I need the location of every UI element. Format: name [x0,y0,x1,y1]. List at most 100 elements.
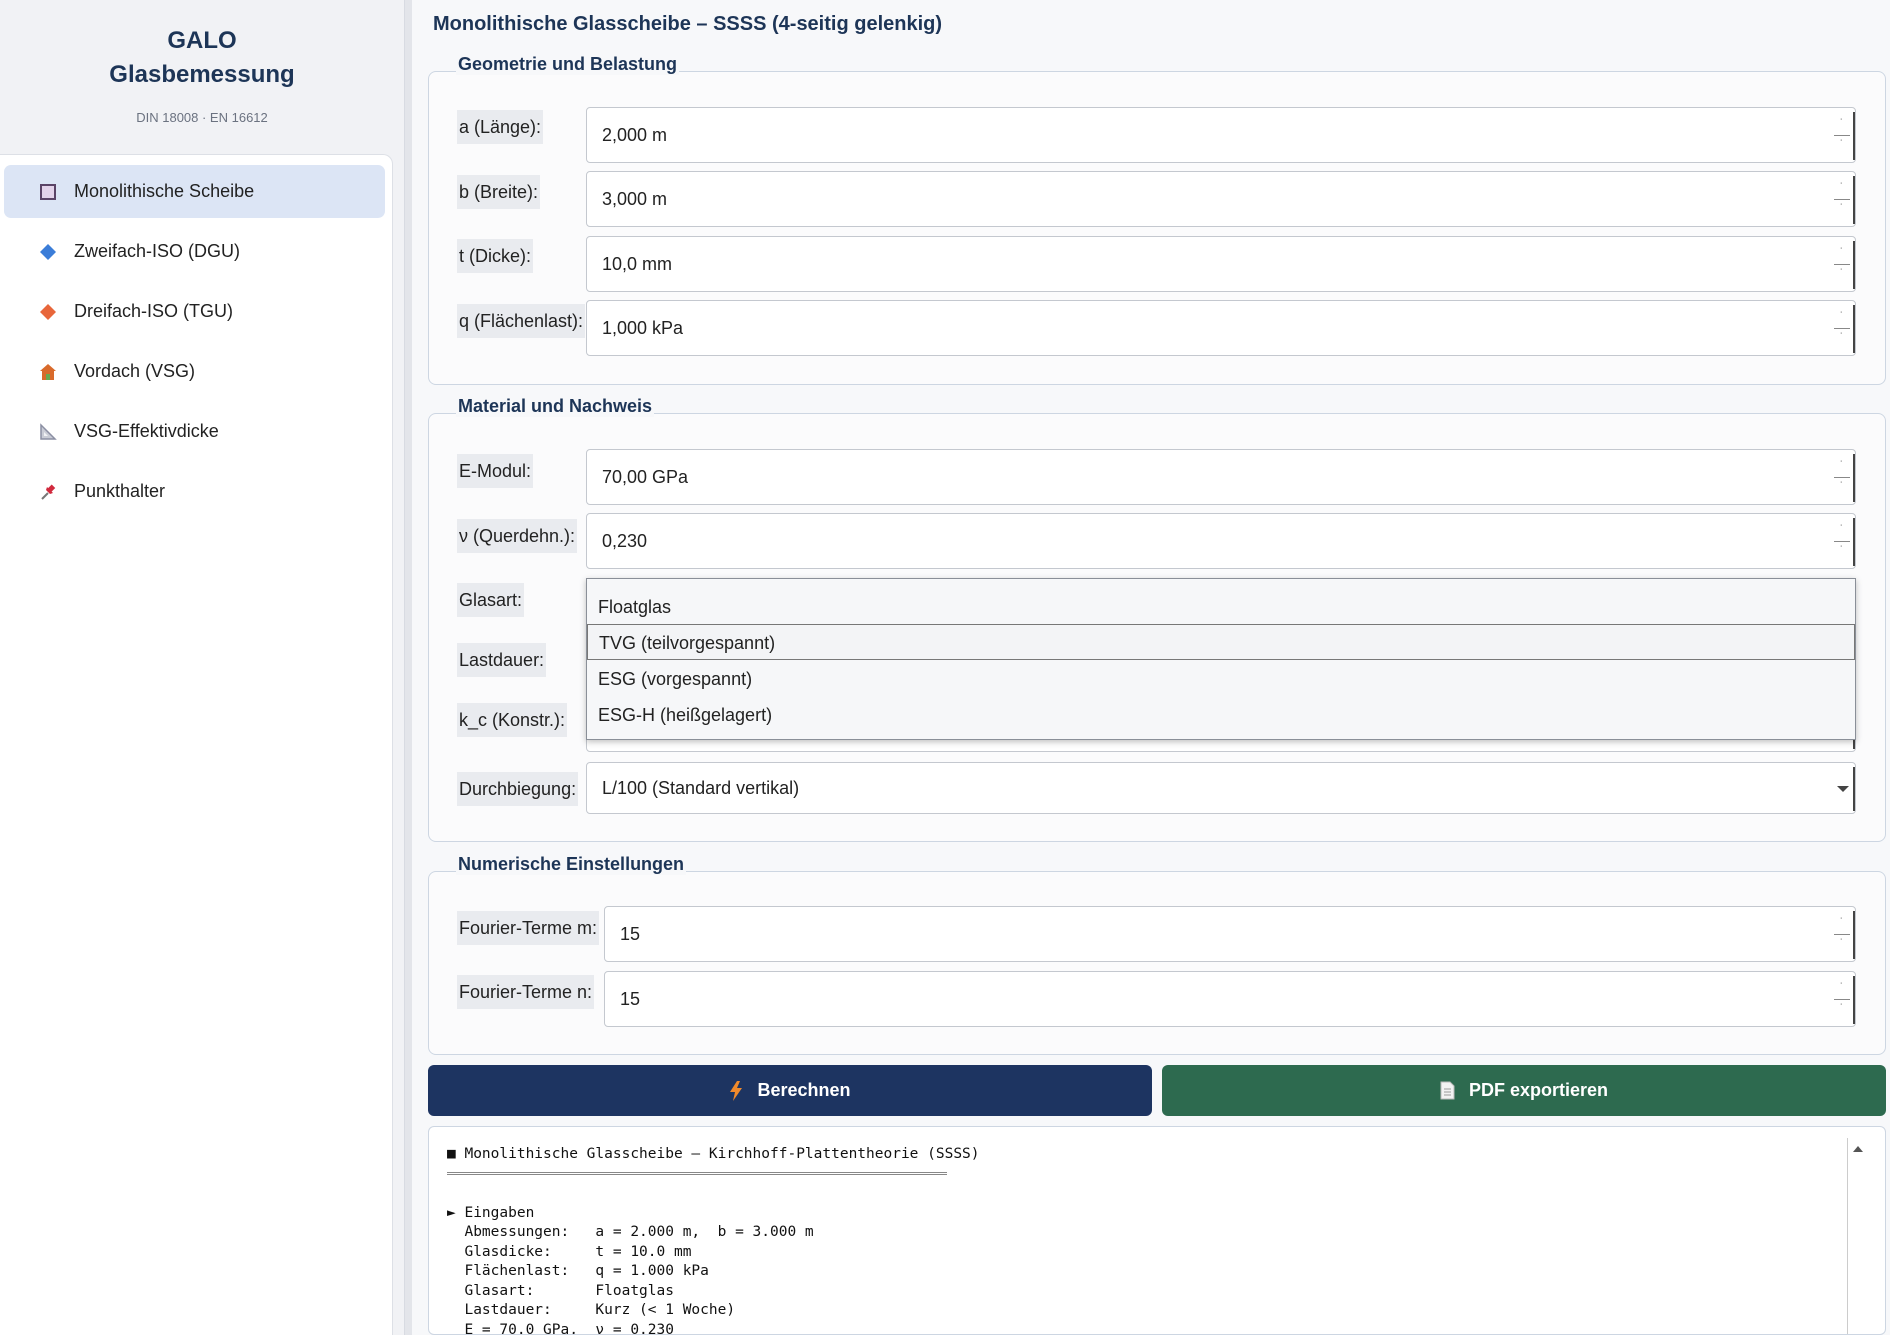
brand: GALO Glasbemessung DIN 18008 · EN 16612 [0,0,404,125]
spin-down-icon[interactable]: ˙ [1840,939,1843,949]
page-title: Monolithische Glasscheibe – SSSS (4-seit… [433,13,943,35]
geometry-group-title: Geometrie und Belastung [456,54,680,75]
fourier-m-value: 15 [620,924,641,944]
deflection-select[interactable]: L/100 (Standard vertikal) [586,762,1856,814]
thickness-spinbox[interactable]: 10,0 mm ˙ ˙ [586,236,1856,292]
sidebar-item-label: Monolithische Scheibe [74,181,255,201]
width-spinbox[interactable]: 3,000 m ˙ ˙ [586,171,1856,227]
load-duration-label: Lastdauer: [457,643,547,677]
sidebar-item-vordach[interactable]: Vordach (VSG) [4,345,385,398]
spin-buttons[interactable]: ˙ ˙ [1829,241,1855,289]
sidebar-item-punkthalter[interactable]: Punkthalter [4,465,385,518]
fourier-n-label: Fourier-Terme n: [457,975,595,1009]
width-label: b (Breite): [457,175,541,209]
deflection-label: Durchbiegung: [457,772,579,806]
spin-down-icon[interactable]: ˙ [1840,1004,1843,1014]
spin-up-icon[interactable]: ˙ [1840,461,1843,471]
width-value: 3,000 m [602,189,668,209]
calculate-button[interactable]: Berechnen [428,1065,1152,1116]
spin-down-icon[interactable]: ˙ [1840,204,1843,214]
fourier-n-spinbox[interactable]: 15 ˙ ˙ [604,971,1856,1027]
orange-diamond-icon [38,302,58,322]
poisson-label: ν (Querdehn.): [457,519,578,553]
blue-diamond-icon [38,242,58,262]
spin-up-icon[interactable]: ˙ [1840,248,1843,258]
spin-buttons[interactable]: ˙ ˙ [1829,112,1855,160]
spin-up-icon[interactable]: ˙ [1840,983,1843,993]
spin-buttons[interactable]: ˙ ˙ [1829,454,1855,502]
dropdown-option-tvg[interactable]: TVG (teilvorgespannt) [587,624,1855,660]
spin-buttons[interactable]: ˙ ˙ [1829,911,1855,959]
e-modulus-spinbox[interactable]: 70,00 GPa ˙ ˙ [586,449,1856,505]
triangular-ruler-icon [38,422,58,442]
spin-buttons[interactable]: ˙ ˙ [1829,976,1855,1024]
load-spinbox[interactable]: 1,000 kPa ˙ ˙ [586,300,1856,356]
calculate-button-label: Berechnen [757,1080,851,1100]
sidebar-item-label: VSG-Effektivdicke [74,421,219,441]
dropdown-option-esg[interactable]: ESG (vorgespannt) [587,661,1855,697]
sidebar-item-dreifach-iso[interactable]: Dreifach-ISO (TGU) [4,285,385,338]
splitter[interactable] [405,0,412,1335]
sidebar-item-label: Punkthalter [74,481,166,501]
spin-up-icon[interactable]: ˙ [1840,183,1843,193]
sidebar-nav: Monolithische Scheibe Zweifach-ISO (DGU)… [0,154,393,1335]
document-icon [1440,1081,1455,1100]
sidebar: GALO Glasbemessung DIN 18008 · EN 16612 … [0,0,405,1335]
fourier-m-label: Fourier-Terme m: [457,911,600,945]
spin-up-icon[interactable]: ˙ [1840,918,1843,928]
deflection-value: L/100 (Standard vertikal) [602,778,800,798]
spin-down-icon[interactable]: ˙ [1840,482,1843,492]
spin-buttons[interactable]: ˙ ˙ [1829,176,1855,224]
e-modulus-value: 70,00 GPa [602,467,689,487]
load-value: 1,000 kPa [602,318,684,338]
fourier-n-value: 15 [620,989,641,1009]
spin-buttons[interactable]: ˙ ˙ [1829,305,1855,353]
app-window: GALO Glasbemessung DIN 18008 · EN 16612 … [0,0,1890,1335]
sidebar-item-monolithische-scheibe[interactable]: Monolithische Scheibe [4,165,385,218]
poisson-spinbox[interactable]: 0,230 ˙ ˙ [586,513,1856,569]
square-icon [38,182,58,202]
material-group-title: Material und Nachweis [456,396,655,417]
pushpin-icon [38,482,58,502]
vertical-scrollbar[interactable] [1847,1138,1867,1334]
length-spinbox[interactable]: 2,000 m ˙ ˙ [586,107,1856,163]
poisson-value: 0,230 [602,531,648,551]
spin-down-icon[interactable]: ˙ [1840,546,1843,556]
sidebar-item-label: Dreifach-ISO (TGU) [74,301,234,321]
sidebar-item-vsg-effektivdicke[interactable]: VSG-Effektivdicke [4,405,385,458]
spin-down-icon[interactable]: ˙ [1840,140,1843,150]
chevron-down-icon[interactable] [1829,767,1855,811]
spin-up-icon[interactable]: ˙ [1840,119,1843,129]
export-pdf-button[interactable]: PDF exportieren [1162,1065,1886,1116]
sidebar-item-label: Vordach (VSG) [74,361,196,381]
kc-label: k_c (Konstr.): [457,703,568,737]
fourier-m-spinbox[interactable]: 15 ˙ ˙ [604,906,1856,962]
spin-buttons[interactable]: ˙ ˙ [1829,518,1855,566]
lightning-icon [729,1080,743,1101]
length-value: 2,000 m [602,125,668,145]
thickness-value: 10,0 mm [602,254,673,274]
thickness-label: t (Dicke): [457,239,533,273]
numeric-group [428,871,1886,1055]
spin-up-icon[interactable]: ˙ [1840,525,1843,535]
e-modulus-label: E-Modul: [457,454,534,488]
load-label: q (Flächenlast): [457,304,586,338]
house-icon [38,362,58,382]
spin-down-icon[interactable]: ˙ [1840,269,1843,279]
sidebar-item-zweifach-iso[interactable]: Zweifach-ISO (DGU) [4,225,385,278]
dropdown-option-esg-h[interactable]: ESG-H (heißgelagert) [587,697,1855,733]
spin-up-icon[interactable]: ˙ [1840,312,1843,322]
numeric-group-title: Numerische Einstellungen [456,854,687,875]
export-pdf-button-label: PDF exportieren [1468,1080,1609,1100]
spin-down-icon[interactable]: ˙ [1840,333,1843,343]
glass-type-dropdown[interactable]: Floatglas TVG (teilvorgespannt) ESG (vor… [586,578,1856,740]
results-output[interactable]: ■ Monolithische Glasscheibe – Kirchhoff-… [428,1126,1886,1335]
brand-title: GALO [167,27,237,54]
heading-underline [447,1172,947,1175]
dropdown-option-floatglas[interactable]: Floatglas [587,589,1855,625]
brand-subtitle: DIN 18008 · EN 16612 [136,110,268,125]
brand-title-line2: Glasbemessung [109,61,295,88]
length-label: a (Länge): [457,110,544,144]
sidebar-item-label: Zweifach-ISO (DGU) [74,241,241,261]
glass-type-label: Glasart: [457,583,525,617]
